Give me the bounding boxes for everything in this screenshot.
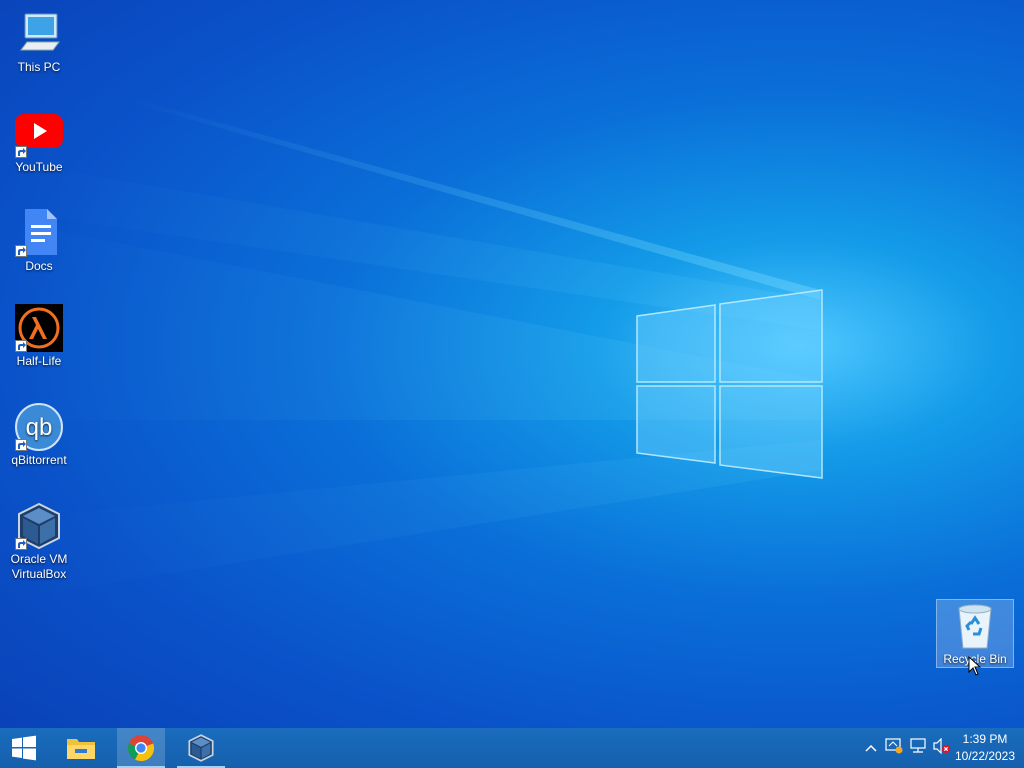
svg-text:qb: qb bbox=[26, 414, 53, 441]
clock-date: 10/22/2023 bbox=[954, 749, 1016, 763]
desktop-icon-label-line1: Oracle VM bbox=[10, 552, 68, 566]
windows-start-icon bbox=[12, 735, 36, 761]
desktop-icon-label: YouTube bbox=[15, 160, 63, 174]
shortcut-arrow-icon bbox=[15, 439, 27, 451]
docs-icon bbox=[15, 209, 63, 257]
desktop-icon-youtube[interactable]: YouTube bbox=[1, 110, 77, 175]
qbittorrent-icon: qb bbox=[15, 403, 63, 451]
network-icon[interactable] bbox=[906, 737, 930, 759]
recycle-bin-icon bbox=[951, 602, 999, 650]
desktop-icon-label-line2: VirtualBox bbox=[11, 567, 67, 581]
desktop-icon-qbittorrent[interactable]: qb qBittorrent bbox=[1, 403, 77, 468]
chrome-icon bbox=[127, 735, 155, 762]
virtualbox-icon bbox=[15, 502, 63, 550]
volume-muted-icon[interactable] bbox=[930, 737, 954, 759]
chevron-up-icon[interactable] bbox=[860, 739, 882, 757]
shortcut-arrow-icon bbox=[15, 538, 27, 550]
shortcut-arrow-icon bbox=[15, 146, 27, 158]
shortcut-arrow-icon bbox=[15, 340, 27, 352]
taskbar-chrome[interactable] bbox=[117, 728, 165, 768]
desktop-icon-this-pc[interactable]: This PC bbox=[1, 10, 77, 75]
taskbar-clock[interactable]: 1:39 PM 10/22/2023 bbox=[954, 731, 1016, 765]
mouse-cursor-icon bbox=[968, 655, 982, 681]
taskbar-file-explorer[interactable] bbox=[57, 728, 105, 768]
desktop-icon-label: Docs bbox=[25, 259, 53, 273]
monitor-icon bbox=[15, 10, 63, 58]
desktop-icon-label: qBittorrent bbox=[11, 453, 67, 467]
clock-time: 1:39 PM bbox=[962, 732, 1008, 746]
taskbar: 1:39 PM 10/22/2023 bbox=[0, 728, 1024, 768]
shortcut-arrow-icon bbox=[15, 245, 27, 257]
network-warning-icon[interactable] bbox=[882, 737, 906, 759]
desktop-icon-virtualbox[interactable]: Oracle VM VirtualBox bbox=[1, 502, 77, 582]
virtualbox-icon bbox=[188, 734, 214, 762]
system-tray bbox=[860, 728, 954, 768]
taskbar-virtualbox[interactable] bbox=[177, 728, 225, 768]
desktop-icon-half-life[interactable]: Half-Life bbox=[1, 304, 77, 369]
half-life-icon bbox=[15, 304, 63, 352]
desktop-icon-docs[interactable]: Docs bbox=[1, 209, 77, 274]
desktop-icon-label: This PC bbox=[17, 60, 61, 74]
desktop[interactable]: This PC YouTube Docs Half-Life qb qBitto… bbox=[0, 0, 1024, 728]
start-button[interactable] bbox=[0, 728, 48, 768]
youtube-icon bbox=[15, 110, 63, 158]
folder-icon bbox=[67, 739, 95, 759]
desktop-icon-label: Half-Life bbox=[16, 354, 62, 368]
